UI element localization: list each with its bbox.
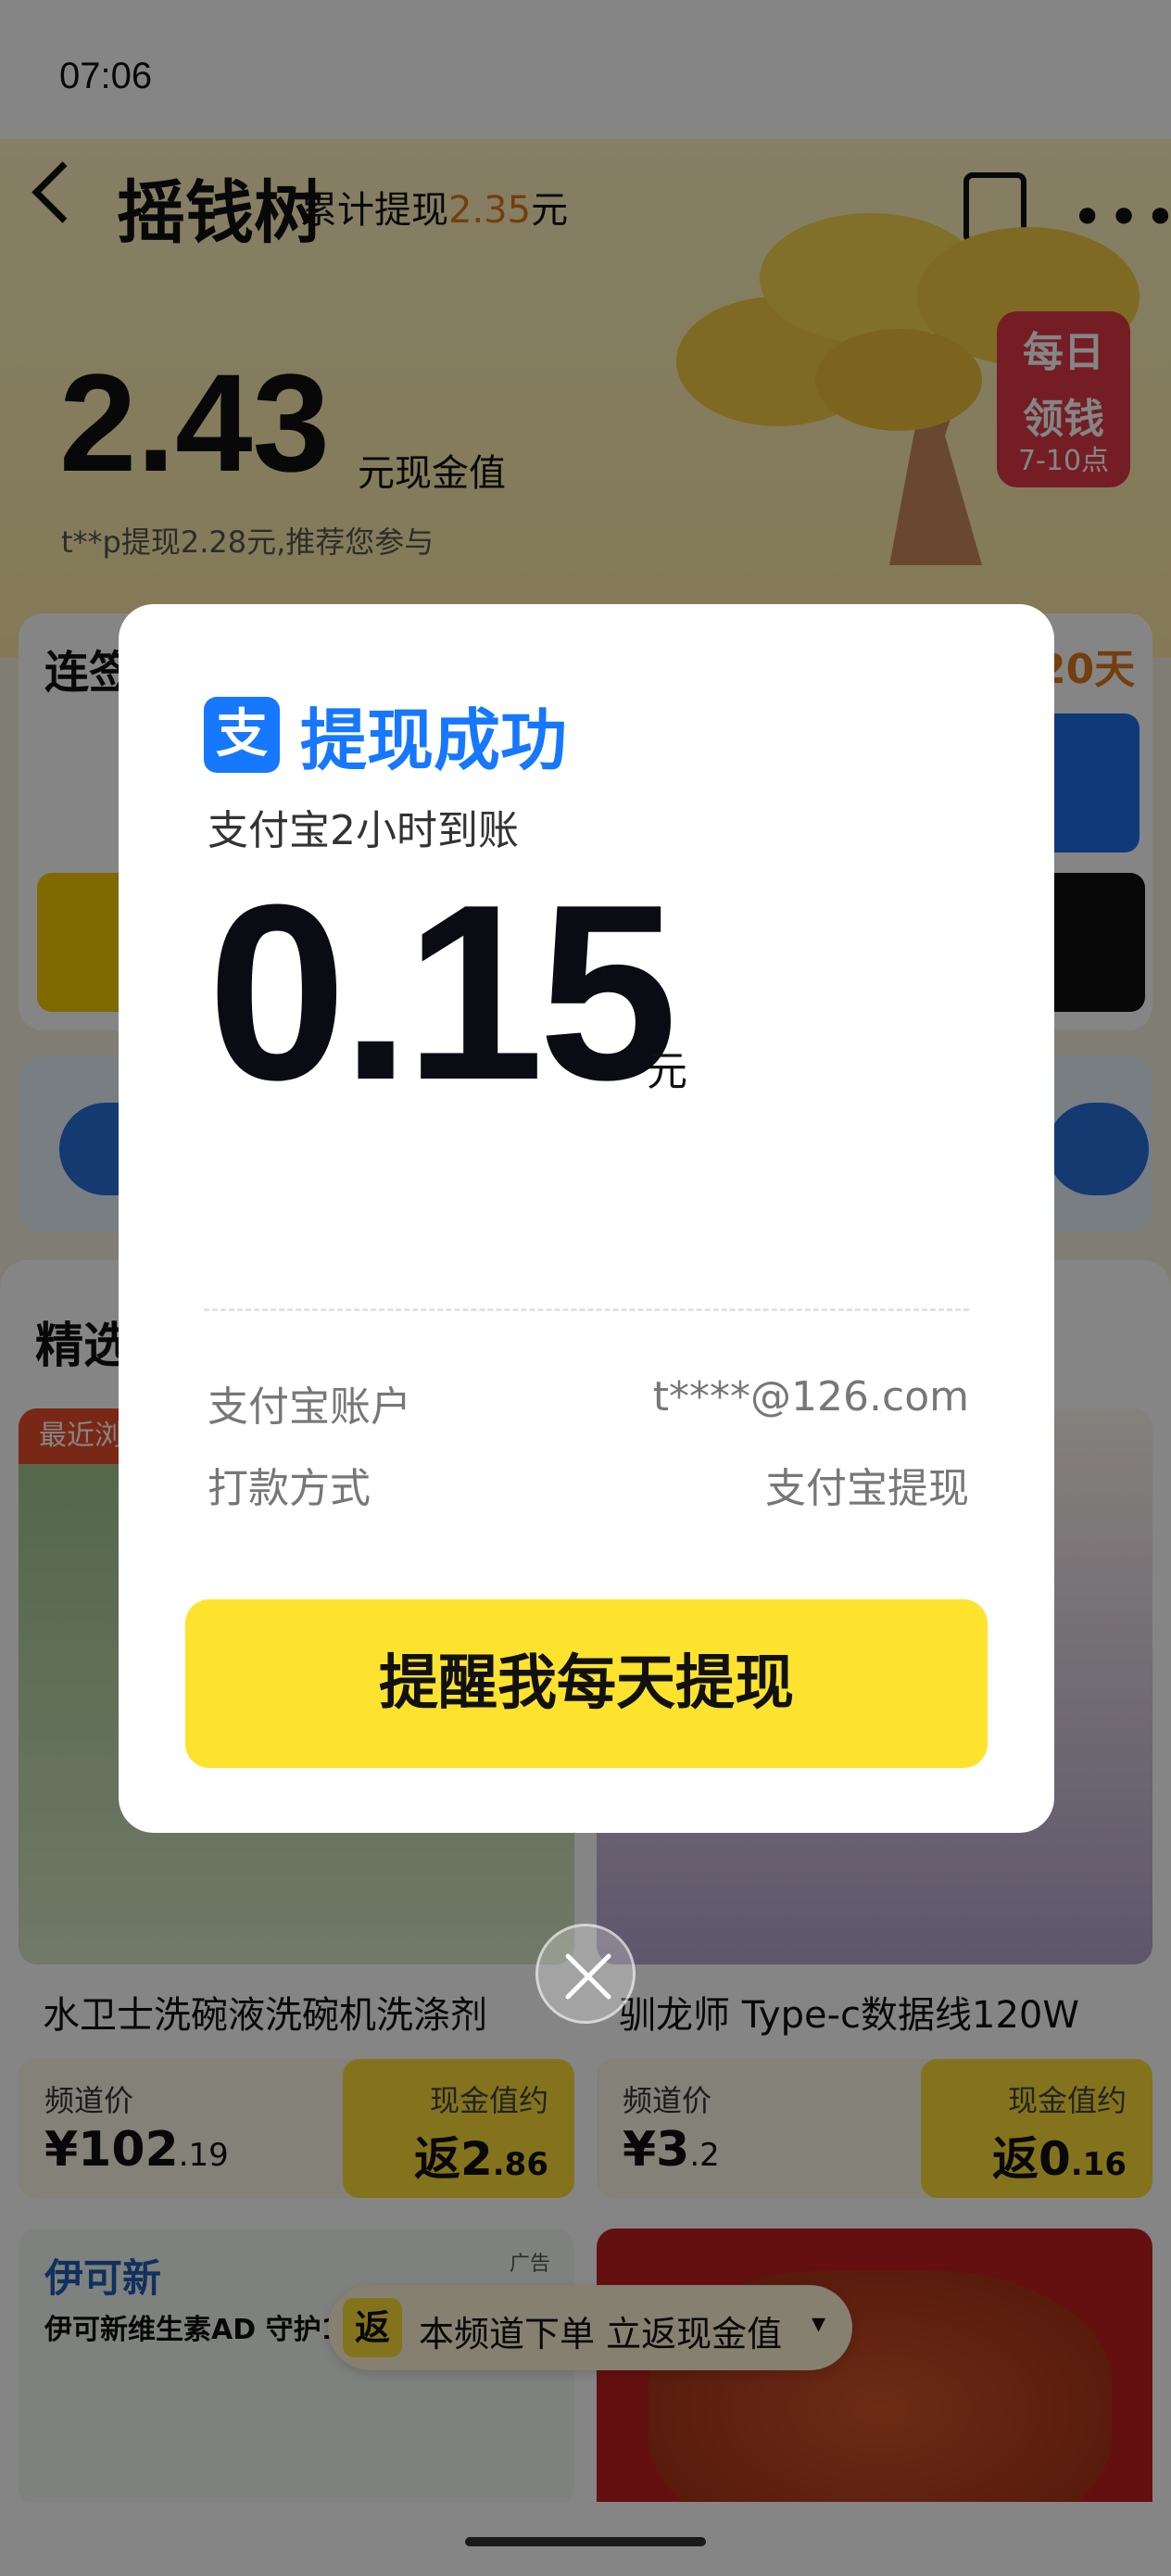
dialog-title: 提现成功 [300,701,568,779]
payment-method-value: 支付宝提现 [765,1465,969,1512]
close-dialog-button[interactable] [535,1924,636,2024]
remind-daily-button[interactable]: 提醒我每天提现 [185,1599,988,1768]
dialog-subtitle: 支付宝2小时到账 [208,807,519,854]
account-value: t****@126.com [652,1373,969,1421]
alipay-icon: 支 [204,697,280,773]
close-icon [565,1953,611,2000]
withdraw-success-dialog: 支 提现成功 支付宝2小时到账 0.15 元 支付宝账户 t****@126.c… [119,604,1054,1833]
withdraw-unit: 元 [647,1048,687,1095]
account-label: 支付宝账户 [208,1383,411,1431]
dialog-divider [204,1308,969,1311]
withdraw-amount: 0.15 [208,853,677,1132]
payment-method-label: 打款方式 [208,1465,371,1512]
